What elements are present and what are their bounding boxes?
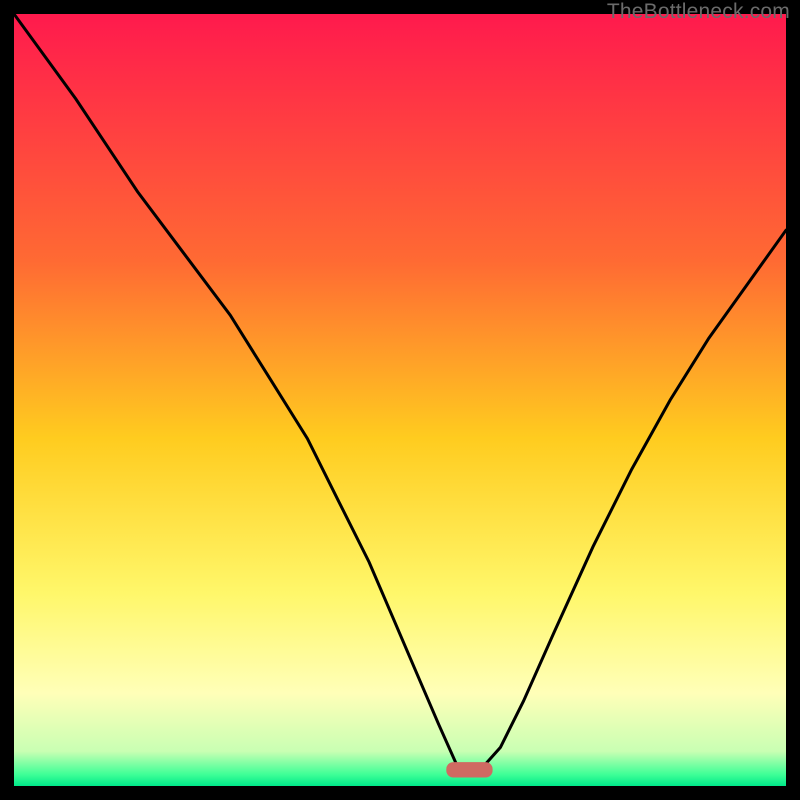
optimal-zone-marker bbox=[446, 762, 492, 777]
bottleneck-chart bbox=[14, 14, 786, 786]
watermark-text: TheBottleneck.com bbox=[607, 0, 790, 24]
chart-frame bbox=[14, 14, 786, 786]
